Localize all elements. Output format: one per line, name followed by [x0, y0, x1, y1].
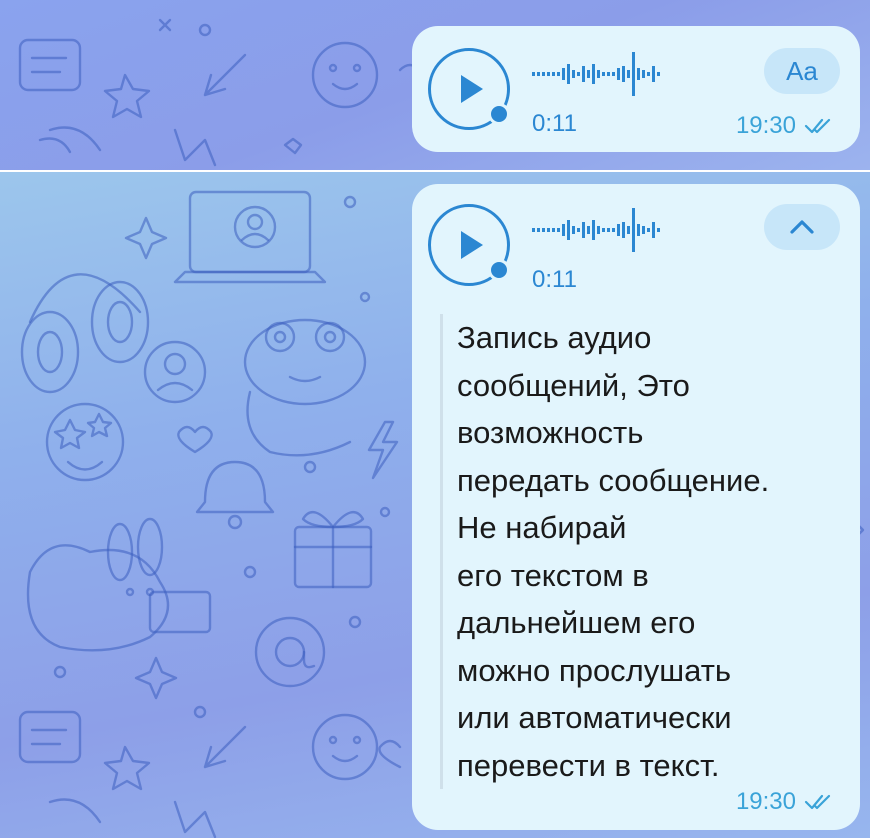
- transcript-line: Запись аудио: [457, 320, 652, 355]
- play-button[interactable]: [428, 48, 510, 130]
- transcript-line: перевести в текст.: [457, 747, 720, 783]
- audio-waveform[interactable]: [532, 50, 672, 98]
- unplayed-dot-icon: [488, 103, 510, 125]
- transcript-line: его текстом в: [457, 557, 649, 593]
- transcript-line: возможность: [457, 415, 644, 450]
- chevron-up-icon: [790, 220, 814, 234]
- play-icon: [461, 231, 483, 259]
- double-check-icon: [804, 118, 831, 134]
- message-meta: 19:30: [736, 788, 832, 816]
- chat-panel-top: 0:11 Aa 19:30: [0, 0, 870, 170]
- transcript-line: дальнейшем его: [457, 605, 696, 640]
- message-time: 19:30: [735, 788, 796, 815]
- voice-duration: 0:11: [532, 110, 577, 137]
- play-icon: [461, 75, 483, 103]
- transcript-line: Не набирай: [457, 510, 627, 545]
- voice-message-bubble: 0:11 Aa 19:30: [412, 26, 860, 152]
- message-time: 19:30: [735, 112, 796, 139]
- unplayed-dot-icon: [488, 259, 510, 281]
- double-check-icon: [804, 794, 831, 810]
- transcript-line: или автоматически: [457, 700, 732, 735]
- audio-waveform[interactable]: [532, 206, 672, 254]
- transcript-line: передать сообщение.: [457, 462, 770, 498]
- chat-panel-bottom: 0:11 Запись аудио сообщений, Это возможн…: [0, 172, 870, 838]
- transcript-line: сообщений, Это: [457, 367, 690, 403]
- voice-duration: 0:11: [532, 266, 577, 293]
- message-meta: 19:30: [736, 112, 832, 140]
- transcript-line: можно прослушать: [457, 652, 732, 688]
- collapse-transcript-button[interactable]: [764, 204, 840, 250]
- voice-transcript: Запись аудио сообщений, Это возможность …: [440, 314, 840, 789]
- transcribe-button[interactable]: Aa: [764, 48, 840, 94]
- play-button[interactable]: [428, 204, 510, 286]
- voice-message-bubble-expanded: 0:11 Запись аудио сообщений, Это возможн…: [412, 184, 860, 830]
